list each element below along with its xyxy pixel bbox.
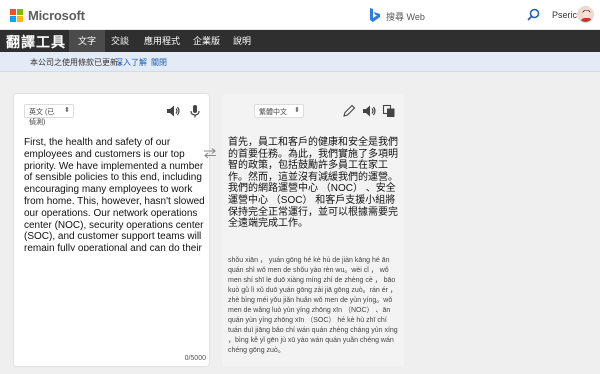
speaker-icon[interactable] (362, 104, 376, 118)
source-language-value: 英文 (已偵測) (29, 109, 55, 126)
notice-message: 本公司之使用條款已更新。 (30, 58, 126, 67)
copy-icon[interactable] (382, 104, 396, 118)
brand-name[interactable]: Microsoft (28, 8, 85, 23)
source-text-input[interactable]: First, the health and safety of our empl… (24, 137, 207, 251)
source-pane: 英文 (已偵測) ⬍ First, the health and safety … (14, 94, 209, 366)
bing-icon (370, 8, 380, 22)
microphone-icon[interactable] (188, 104, 202, 118)
terms-notice-banner: 本公司之使用條款已更新。 深入了解 關閉 (0, 52, 600, 72)
user-name[interactable]: Pseric (552, 10, 577, 20)
tab-help[interactable]: 說明 (224, 30, 260, 52)
close-notice-link[interactable]: 關閉 (151, 57, 167, 68)
avatar[interactable] (577, 6, 594, 23)
character-counter: 0/5000 (184, 355, 206, 362)
search-input[interactable]: 搜尋 Web (386, 10, 425, 23)
source-language-select[interactable]: 英文 (已偵測) ⬍ (24, 104, 74, 126)
swap-languages-icon[interactable] (202, 147, 218, 159)
tab-apps[interactable]: 應用程式 (135, 30, 189, 52)
tab-text[interactable]: 文字 (69, 30, 106, 52)
target-language-select[interactable]: 繁體中文 ⬍ (254, 104, 304, 118)
select-caret-icon: ⬍ (294, 107, 300, 114)
speaker-icon[interactable] (166, 104, 180, 118)
target-language-value: 繁體中文 (259, 109, 287, 116)
tab-business[interactable]: 企業版 (184, 30, 229, 52)
learn-more-link[interactable]: 深入了解 (115, 57, 147, 68)
translated-text: 首先，員工和客戶的健康和安全是我們的首要任務。為此，我們實施了多項明智的政策，包… (228, 137, 398, 230)
tab-conversation[interactable]: 交談 (102, 30, 138, 52)
microsoft-logo-icon[interactable] (10, 9, 23, 22)
target-pane: 繁體中文 ⬍ 首先，員工和客戶的健康和安全是我們的首要任務。為此，我們實施了多項… (222, 94, 404, 366)
select-caret-icon: ⬍ (64, 107, 70, 114)
main-nav: 翻譯工具 文字 交談 應用程式 企業版 說明 (0, 30, 600, 52)
user-avatar-icon (581, 10, 592, 22)
pinyin-transliteration: shǒu xiān ， yuán gōng hé kè hù de jiàn k… (228, 257, 398, 354)
search-icon[interactable] (527, 8, 540, 21)
app-title[interactable]: 翻譯工具 (6, 32, 66, 52)
edit-icon[interactable] (342, 104, 356, 118)
top-header: Microsoft 搜尋 Web Pseric (0, 0, 600, 30)
